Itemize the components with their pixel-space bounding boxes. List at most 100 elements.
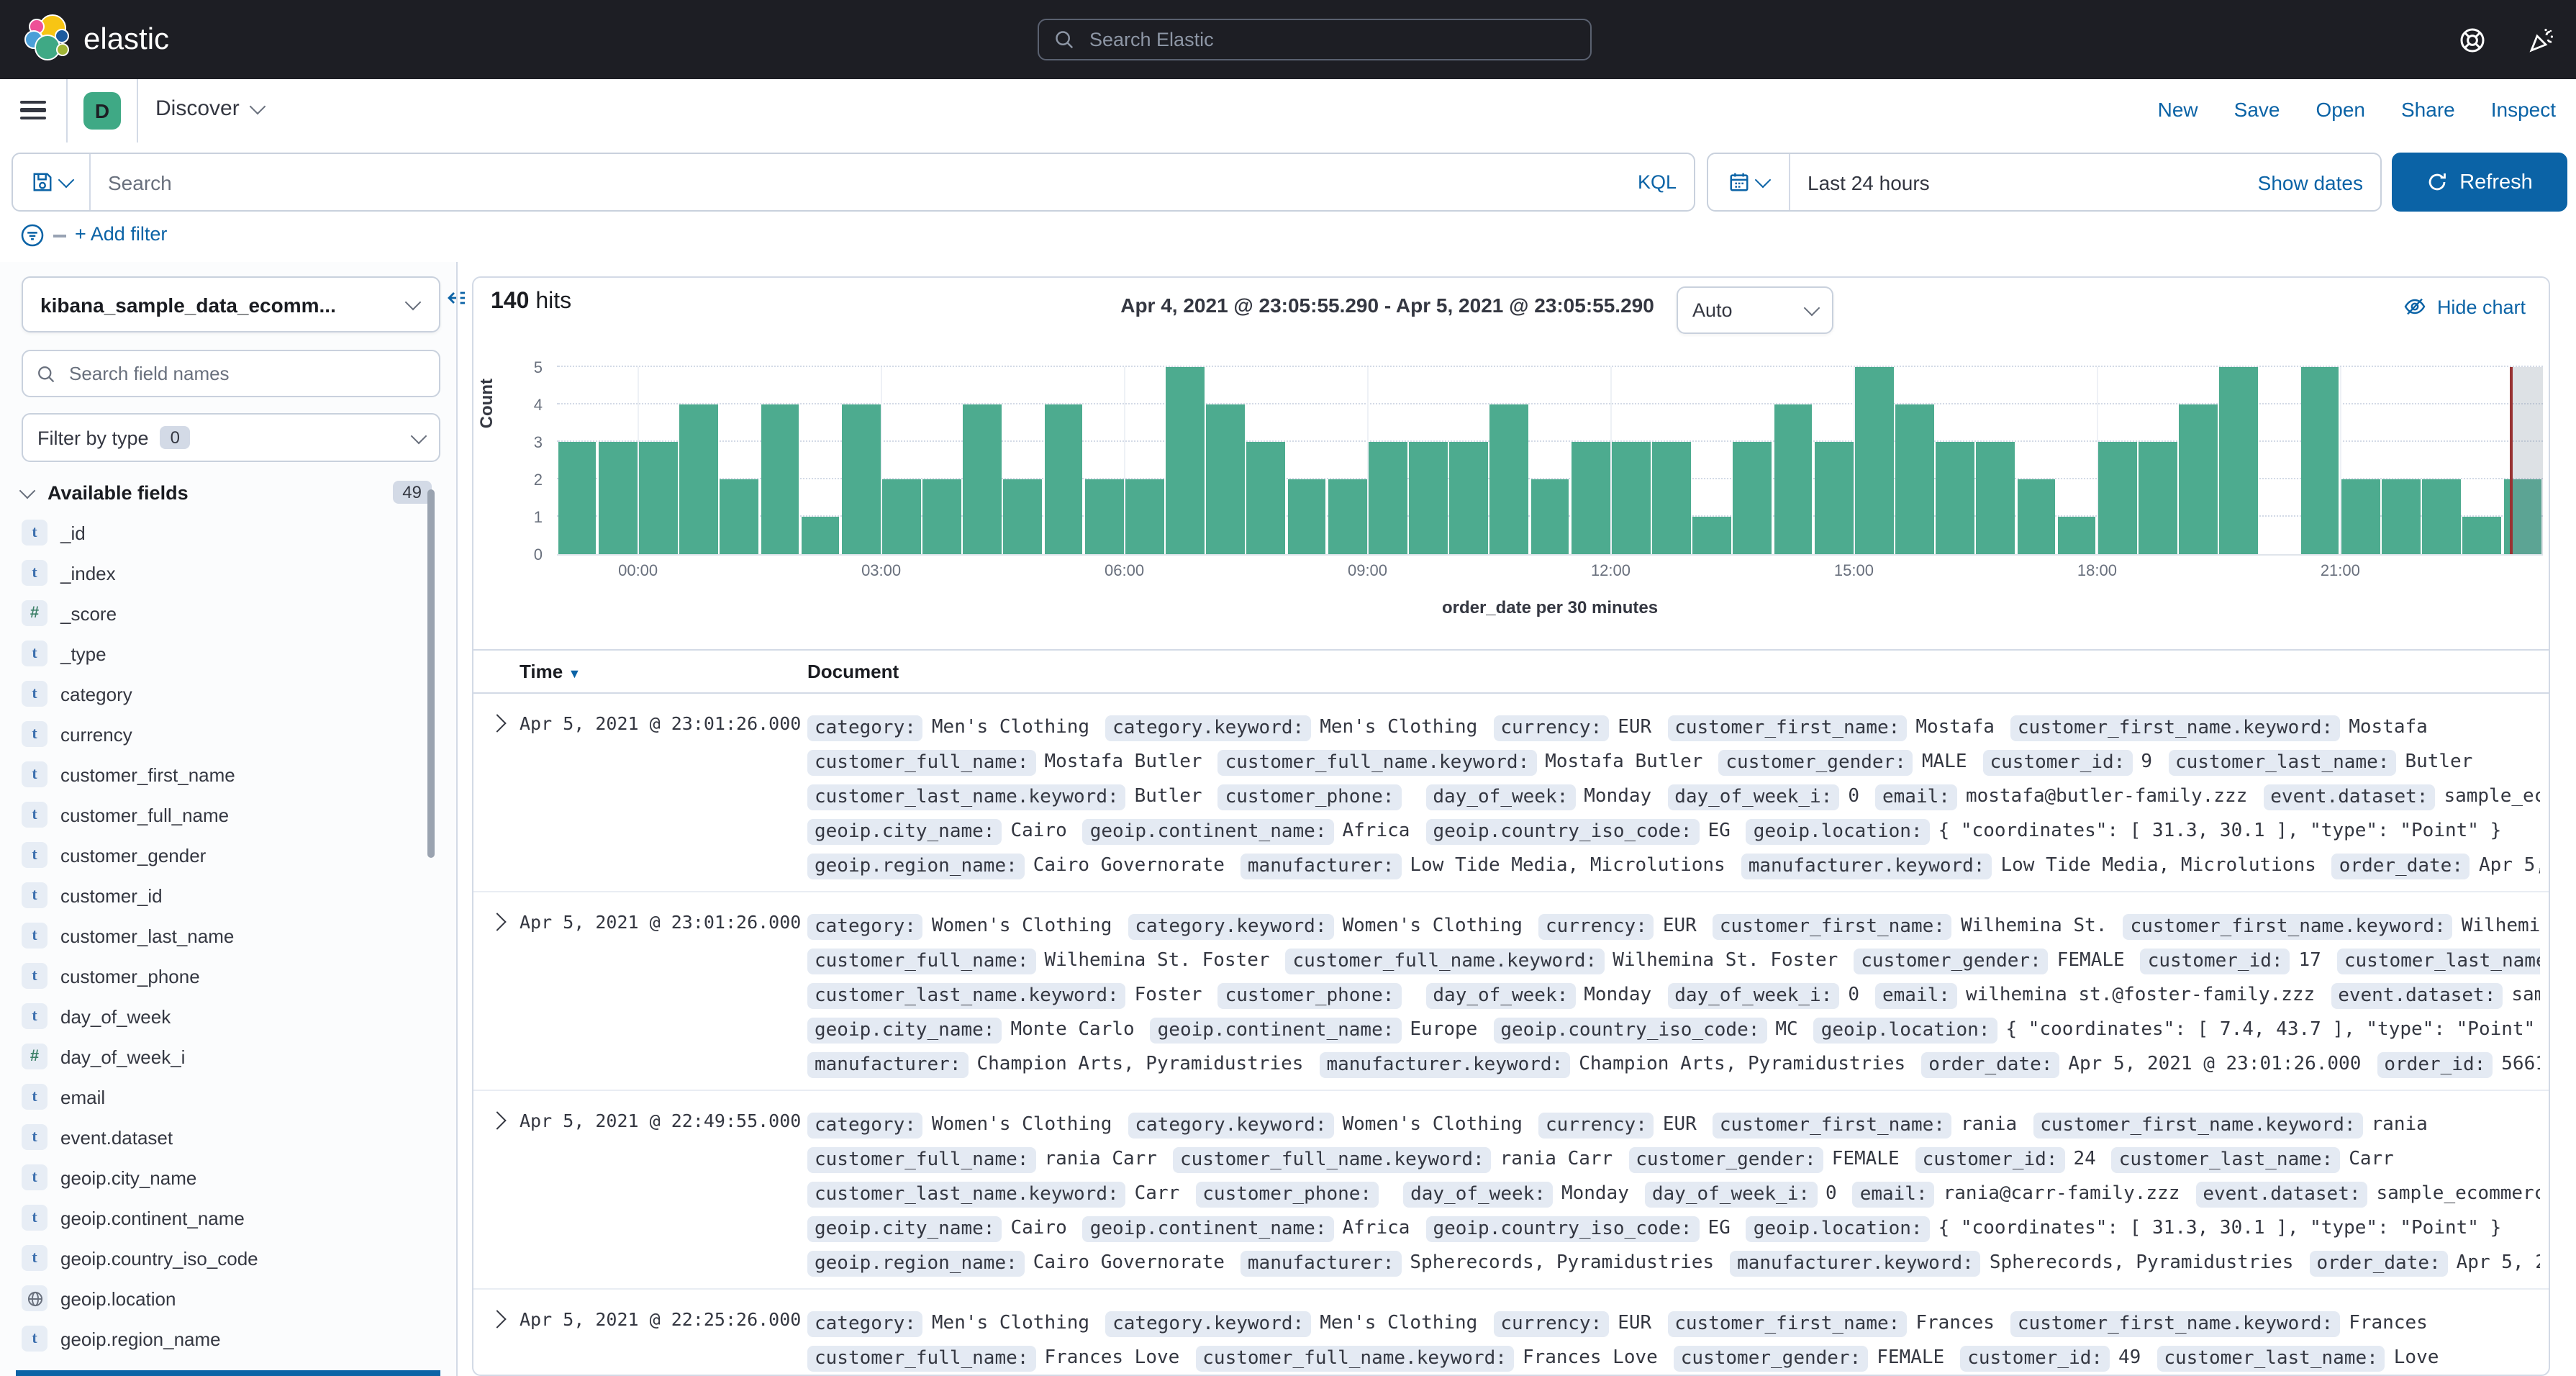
- filter-circle-icon[interactable]: [20, 223, 45, 248]
- help-lifebuoy-icon[interactable]: [2458, 26, 2487, 55]
- time-range-value[interactable]: Last 24 hours: [1790, 171, 2258, 194]
- field-item-currency[interactable]: tcurrency: [22, 714, 425, 754]
- field-item-day_of_week_i[interactable]: #day_of_week_i: [22, 1036, 425, 1077]
- action-share[interactable]: Share: [2401, 98, 2455, 121]
- calendar-button[interactable]: [1708, 154, 1790, 210]
- histogram-bar-19:00[interactable]: [2179, 404, 2218, 554]
- field-item-_type[interactable]: t_type: [22, 633, 425, 674]
- histogram-bar-08:00[interactable]: [1287, 479, 1326, 554]
- histogram-bar-03:00[interactable]: [882, 479, 921, 554]
- field-item-email[interactable]: temail: [22, 1077, 425, 1117]
- breadcrumb[interactable]: Discover: [155, 96, 264, 121]
- histogram-bar-06:30[interactable]: [1166, 367, 1205, 554]
- field-item-_score[interactable]: #_score: [22, 593, 425, 633]
- histogram-bar-03:30[interactable]: [922, 479, 961, 554]
- histogram-bar-10:30[interactable]: [1490, 404, 1529, 554]
- histogram-bar-05:00[interactable]: [1044, 404, 1083, 554]
- field-item-customer_full_name[interactable]: tcustomer_full_name: [22, 795, 425, 835]
- histogram-bar-11:00[interactable]: [1530, 479, 1569, 554]
- histogram[interactable]: 01234500:0003:0006:0009:0012:0015:0018:0…: [557, 367, 2543, 554]
- expand-row-icon[interactable]: [488, 913, 506, 931]
- histogram-bar-16:00[interactable]: [1936, 442, 1975, 554]
- histogram-bar-23:00[interactable]: [558, 442, 597, 554]
- interval-select[interactable]: Auto: [1677, 286, 1833, 334]
- histogram-bar-15:30[interactable]: [1895, 404, 1934, 554]
- field-item-_index[interactable]: t_index: [22, 553, 425, 593]
- field-item-geoip.city_name[interactable]: tgeoip.city_name: [22, 1157, 425, 1198]
- histogram-bar-04:30[interactable]: [1004, 479, 1043, 554]
- histogram-bar-17:00[interactable]: [2017, 479, 2056, 554]
- field-item-customer_first_name[interactable]: tcustomer_first_name: [22, 754, 425, 795]
- histogram-bar-14:00[interactable]: [1774, 404, 1813, 554]
- histogram-bar-04:00[interactable]: [963, 404, 1002, 554]
- field-item-geoip.continent_name[interactable]: tgeoip.continent_name: [22, 1198, 425, 1238]
- available-fields-header[interactable]: Available fields 49: [22, 478, 432, 507]
- action-new[interactable]: New: [2158, 98, 2198, 121]
- histogram-bar-09:30[interactable]: [1409, 442, 1448, 554]
- histogram-bar-10:00[interactable]: [1450, 442, 1489, 554]
- action-inspect[interactable]: Inspect: [2491, 98, 2556, 121]
- field-item-customer_phone[interactable]: tcustomer_phone: [22, 956, 425, 996]
- histogram-bar-23:30[interactable]: [599, 442, 638, 554]
- histogram-bar-11:30[interactable]: [1572, 442, 1610, 554]
- histogram-bar-07:30[interactable]: [1247, 442, 1286, 554]
- histogram-bar-15:00[interactable]: [1855, 367, 1894, 554]
- hide-chart-button[interactable]: Hide chart: [2404, 295, 2526, 318]
- histogram-bar-00:30[interactable]: [679, 404, 718, 554]
- query-language-button[interactable]: KQL: [1620, 171, 1694, 193]
- histogram-bar-13:00[interactable]: [1693, 517, 1732, 554]
- filter-by-type[interactable]: Filter by type 0: [22, 413, 440, 462]
- action-open[interactable]: Open: [2316, 98, 2366, 121]
- histogram-bar-22:30[interactable]: [2463, 517, 2502, 554]
- global-search[interactable]: [1038, 19, 1592, 60]
- histogram-bar-07:00[interactable]: [1207, 404, 1246, 554]
- histogram-bar-12:30[interactable]: [1652, 442, 1691, 554]
- histogram-bar-05:30[interactable]: [1085, 479, 1124, 554]
- query-input[interactable]: [91, 171, 1620, 194]
- histogram-bar-13:30[interactable]: [1733, 442, 1772, 554]
- histogram-bar-17:30[interactable]: [2057, 517, 2096, 554]
- histogram-bar-18:30[interactable]: [2139, 442, 2177, 554]
- menu-hamburger-icon[interactable]: [20, 101, 46, 121]
- field-item-customer_last_name[interactable]: tcustomer_last_name: [22, 915, 425, 956]
- field-item-customer_id[interactable]: tcustomer_id: [22, 875, 425, 915]
- refresh-button[interactable]: Refresh: [2392, 153, 2567, 212]
- histogram-bar-20:30[interactable]: [2300, 367, 2339, 554]
- histogram-bar-21:30[interactable]: [2382, 479, 2421, 554]
- histogram-bar-06:00[interactable]: [1125, 479, 1164, 554]
- histogram-bar-12:00[interactable]: [1612, 442, 1651, 554]
- newsfeed-party-popper-icon[interactable]: [2527, 26, 2556, 55]
- field-item-geoip.location[interactable]: geoip.location: [22, 1278, 425, 1318]
- histogram-bar-19:30[interactable]: [2220, 367, 2259, 554]
- histogram-bar-16:30[interactable]: [1977, 442, 2015, 554]
- histogram-bar-09:00[interactable]: [1369, 442, 1407, 554]
- histogram-bar-01:00[interactable]: [720, 479, 759, 554]
- histogram-bar-22:00[interactable]: [2422, 479, 2461, 554]
- histogram-bar-01:30[interactable]: [761, 404, 799, 554]
- histogram-bar-00:00[interactable]: [639, 442, 678, 554]
- field-item-_id[interactable]: t_id: [22, 512, 425, 553]
- field-item-day_of_week[interactable]: tday_of_week: [22, 996, 425, 1036]
- global-search-input[interactable]: [1087, 27, 1576, 52]
- histogram-bar-08:30[interactable]: [1328, 479, 1367, 554]
- saved-query-button[interactable]: [13, 154, 91, 210]
- expand-row-icon[interactable]: [488, 714, 506, 732]
- action-save[interactable]: Save: [2234, 98, 2280, 121]
- sidebar-scrollbar[interactable]: [427, 489, 435, 858]
- field-search[interactable]: [22, 350, 440, 397]
- field-item-category[interactable]: tcategory: [22, 674, 425, 714]
- show-dates-link[interactable]: Show dates: [2258, 171, 2380, 194]
- histogram-bar-02:00[interactable]: [801, 517, 840, 554]
- field-item-event.dataset[interactable]: tevent.dataset: [22, 1117, 425, 1157]
- expand-row-icon[interactable]: [488, 1310, 506, 1328]
- field-search-input[interactable]: [66, 361, 426, 386]
- expand-row-icon[interactable]: [488, 1111, 506, 1129]
- elastic-logo[interactable]: elastic: [20, 12, 222, 69]
- histogram-bar-02:30[interactable]: [842, 404, 881, 554]
- histogram-bar-21:00[interactable]: [2341, 479, 2380, 554]
- add-filter-link[interactable]: + Add filter: [75, 223, 167, 245]
- column-time[interactable]: Time ▼: [520, 661, 581, 682]
- field-item-customer_gender[interactable]: tcustomer_gender: [22, 835, 425, 875]
- histogram-bar-14:30[interactable]: [1815, 442, 1854, 554]
- field-item-geoip.region_name[interactable]: tgeoip.region_name: [22, 1318, 425, 1359]
